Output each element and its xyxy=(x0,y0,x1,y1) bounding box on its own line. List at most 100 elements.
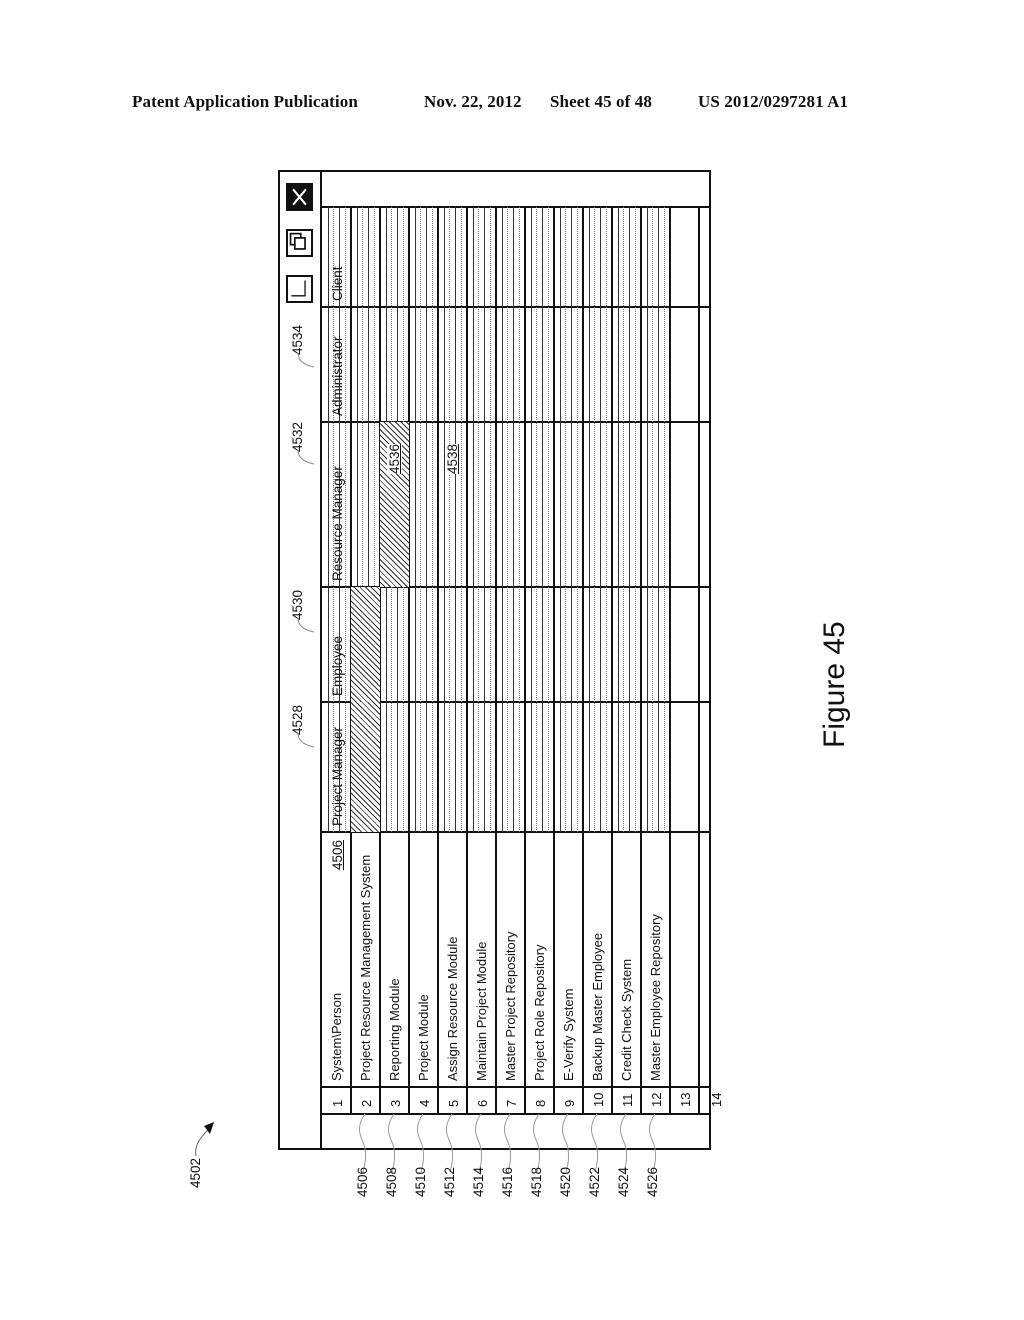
column-header[interactable]: Administrator xyxy=(330,336,345,416)
row-label[interactable]: Reporting Module xyxy=(387,978,402,1081)
access-matrix-table: Project Manager Employee Resource Manager A… xyxy=(322,172,724,1148)
patent-number: US 2012/0297281 A1 xyxy=(698,92,849,111)
leader-line-icon xyxy=(475,1113,483,1173)
cell-pattern-line xyxy=(618,207,619,832)
row-number: 3 xyxy=(388,1099,403,1107)
cell-pattern-line xyxy=(606,207,607,832)
cell-pattern-line xyxy=(577,207,578,832)
row-label[interactable]: E-Verify System xyxy=(561,989,576,1081)
corner-ref: 4506 xyxy=(330,839,345,870)
cell-pattern-line xyxy=(623,207,624,832)
row-label[interactable]: Backup Master Employee xyxy=(590,933,605,1081)
row-ref: 4516 xyxy=(500,1166,515,1197)
cell-pattern-line xyxy=(461,207,462,832)
row-label[interactable]: Maintain Project Module xyxy=(474,942,489,1081)
cell-pattern-line xyxy=(455,207,456,832)
highlighted-cell[interactable] xyxy=(351,587,380,702)
cell-pattern-line xyxy=(589,207,590,832)
access-matrix-window: Project Manager Employee Resource Manager A… xyxy=(278,170,724,1150)
row-number: 14 xyxy=(709,1092,724,1107)
column-header[interactable]: Employee xyxy=(330,636,345,696)
row-label[interactable]: Project Resource Management System xyxy=(358,855,373,1081)
cell-pattern-line xyxy=(502,207,503,832)
maximize-icon xyxy=(291,280,306,297)
leader-line-icon xyxy=(533,1113,541,1173)
row-ref: 4520 xyxy=(558,1166,573,1197)
column-header[interactable]: Client xyxy=(330,266,345,301)
cell-pattern-line xyxy=(542,207,543,832)
row-ref: 4506 xyxy=(355,1166,370,1197)
highlighted-cell[interactable] xyxy=(351,702,380,832)
leader-line-icon xyxy=(562,1113,570,1173)
row-label[interactable]: Master Employee Repository xyxy=(648,914,663,1081)
cell-pattern-line xyxy=(658,207,659,832)
restore-icon xyxy=(289,232,306,250)
cell-pattern-line xyxy=(664,207,665,832)
grid-line xyxy=(437,207,439,1114)
leader-line-icon xyxy=(446,1113,454,1173)
cell-pattern-line xyxy=(473,207,474,832)
row-label[interactable]: Master Project Repository xyxy=(503,931,518,1081)
row-number: 7 xyxy=(504,1099,519,1107)
grid-line xyxy=(611,207,613,1114)
grid-line xyxy=(640,207,642,1114)
cell-pattern-line xyxy=(432,207,433,832)
grid-line xyxy=(582,207,584,1114)
leader-line-icon xyxy=(297,449,315,465)
cell-pattern-line xyxy=(536,207,537,832)
row-ref: 4518 xyxy=(529,1166,544,1197)
row-ref: 4524 xyxy=(616,1166,631,1197)
leader-line-icon xyxy=(359,1113,367,1173)
cell-ref-4538: 4538 xyxy=(445,443,460,474)
leader-line-icon xyxy=(649,1113,657,1173)
row-label[interactable]: Project Module xyxy=(416,994,431,1081)
cell-pattern-line xyxy=(531,207,532,832)
cell-pattern-line xyxy=(652,207,653,832)
cell-pattern-line xyxy=(629,207,630,832)
publication-title: Patent Application Publication xyxy=(132,92,358,111)
cell-pattern-line xyxy=(560,207,561,832)
cell-pattern-line xyxy=(594,207,595,832)
cell-pattern-line xyxy=(490,207,491,832)
figure-ref-arrow-icon xyxy=(195,1122,214,1157)
row-label[interactable]: System\Person xyxy=(329,993,344,1081)
row-number: 8 xyxy=(533,1099,548,1107)
close-icon xyxy=(292,188,307,206)
grid-line xyxy=(524,207,526,1114)
leader-line-icon xyxy=(297,352,315,368)
row-label[interactable]: Assign Resource Module xyxy=(445,936,460,1081)
row-ref: 4510 xyxy=(413,1166,428,1197)
leader-line-icon xyxy=(504,1113,512,1173)
cell-pattern-line xyxy=(420,207,421,832)
row-number: 11 xyxy=(620,1093,635,1108)
cell-pattern-line xyxy=(345,207,346,832)
cell-pattern-line xyxy=(478,207,479,832)
cell-pattern-line xyxy=(415,207,416,832)
cell-pattern-line xyxy=(426,207,427,832)
cell-ref-4536: 4536 xyxy=(387,443,402,474)
leader-line-icon xyxy=(417,1113,425,1173)
restore-button[interactable] xyxy=(286,229,313,257)
publication-date: Nov. 22, 2012 xyxy=(424,92,522,111)
title-bar xyxy=(280,172,322,1148)
row-ref: 4522 xyxy=(587,1166,602,1197)
cell-pattern-line xyxy=(513,207,514,832)
cell-pattern-line xyxy=(507,207,508,832)
column-header[interactable]: Resource Manager xyxy=(330,466,345,581)
leader-line-icon xyxy=(297,732,315,748)
leader-line-icon xyxy=(297,617,315,633)
maximize-button[interactable] xyxy=(286,275,313,303)
row-ref: 4508 xyxy=(384,1166,399,1197)
sheet-number: Sheet 45 of 48 xyxy=(550,92,652,111)
column-header[interactable]: Project Manager xyxy=(330,727,345,826)
row-number: 2 xyxy=(359,1099,374,1107)
cell-pattern-line xyxy=(571,207,572,832)
row-label[interactable]: Credit Check System xyxy=(619,959,634,1081)
cell-pattern-line xyxy=(484,207,485,832)
leader-line-icon xyxy=(388,1113,396,1173)
grid-line xyxy=(495,207,497,1114)
row-label[interactable]: Project Role Repository xyxy=(532,944,547,1081)
row-number: 6 xyxy=(475,1099,490,1107)
cell-pattern-line xyxy=(635,207,636,832)
close-button[interactable] xyxy=(286,183,313,211)
